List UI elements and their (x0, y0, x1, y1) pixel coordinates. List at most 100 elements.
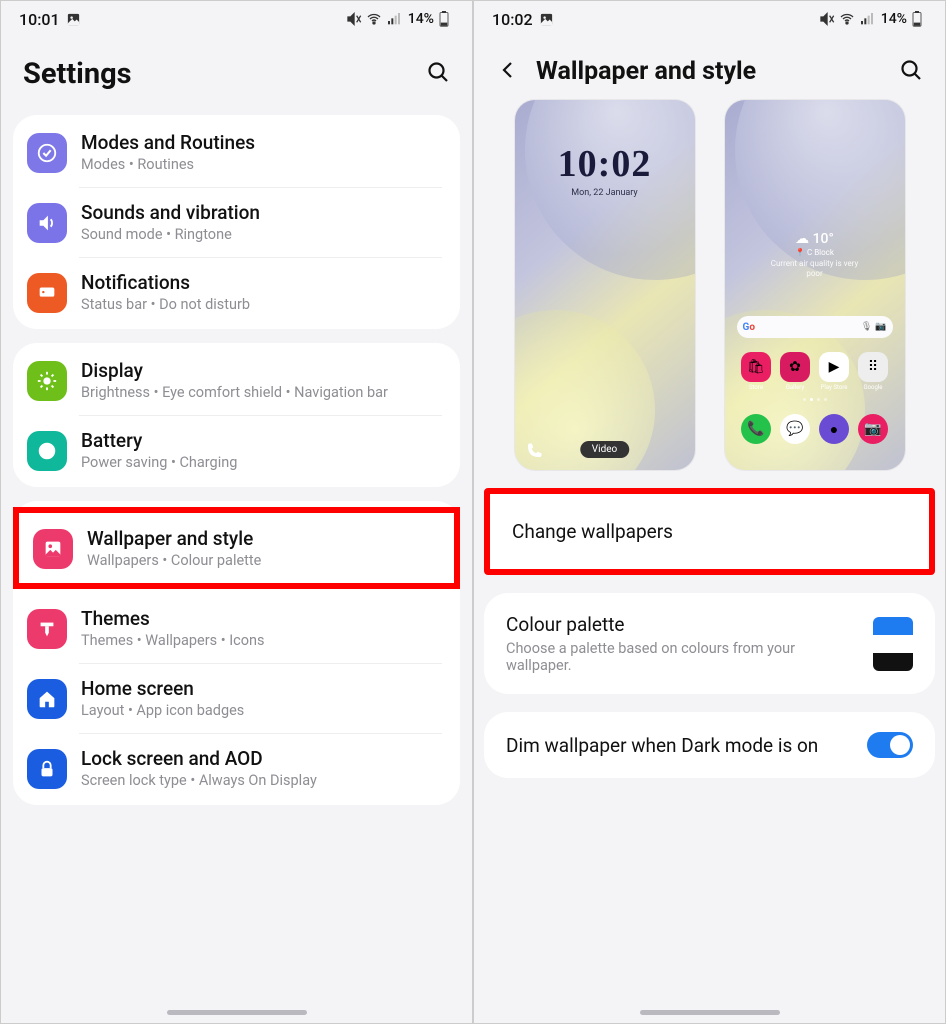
wallpaper-previews: 10:02 Mon, 22 January Video ☁ 10° 📍 C Bl… (474, 96, 945, 488)
app-icon: ● (819, 414, 849, 444)
item-title: Sounds and vibration (81, 201, 442, 224)
battery-percent: 14% (881, 11, 907, 27)
change-wallpapers-item[interactable]: Change wallpapers (484, 488, 935, 575)
wifi-icon (839, 11, 855, 27)
status-bar: 10:02 14% (474, 1, 945, 37)
check-icon (27, 133, 67, 173)
homescreen-preview[interactable]: ☁ 10° 📍 C Block Current air quality is v… (725, 100, 905, 470)
item-subtitle: Modes • Routines (81, 156, 442, 173)
phone-icon (525, 442, 543, 460)
colour-palette-item[interactable]: Colour palette Choose a palette based on… (484, 593, 935, 694)
settings-item-display[interactable]: Display Brightness • Eye comfort shield … (13, 345, 460, 415)
search-button[interactable] (426, 60, 450, 88)
app-icon: ✿Gallery (780, 352, 810, 391)
item-subtitle: Layout • App icon badges (81, 702, 442, 719)
dim-wallpaper-item[interactable]: Dim wallpaper when Dark mode is on (484, 712, 935, 778)
palette-swatch-icon (873, 617, 913, 671)
item-subtitle: Brightness • Eye comfort shield • Naviga… (81, 384, 442, 401)
chevron-left-icon (496, 58, 520, 82)
wallpaper-style-screen: 10:02 14% Wallpaper and style 10:02 Mon,… (473, 0, 946, 1024)
search-button[interactable] (899, 58, 923, 86)
lock-date: Mon, 22 January (571, 188, 637, 198)
settings-item-homescreen[interactable]: Home screen Layout • App icon badges (13, 663, 460, 733)
item-subtitle: Sound mode • Ringtone (81, 226, 442, 243)
search-icon (426, 60, 450, 84)
lock-time: 10:02 (558, 142, 652, 186)
wifi-icon (366, 11, 382, 27)
settings-item-battery[interactable]: Battery Power saving • Charging (13, 415, 460, 485)
status-time: 10:01 (19, 10, 60, 29)
item-title: Home screen (81, 677, 442, 700)
app-icon: ▶Play Store (819, 352, 849, 391)
header: Wallpaper and style (474, 37, 945, 96)
item-title: Battery (81, 429, 442, 452)
mute-icon (346, 11, 362, 27)
image-icon (33, 529, 73, 569)
app-icon: 📷 (858, 414, 888, 444)
settings-item-themes[interactable]: Themes Themes • Wallpapers • Icons (13, 593, 460, 663)
mute-icon (819, 11, 835, 27)
settings-screen: 10:01 14% Settings Modes and Routines Mo… (0, 0, 473, 1024)
settings-group: Display Brightness • Eye comfort shield … (13, 343, 460, 487)
page-title: Wallpaper and style (536, 57, 756, 86)
colour-palette-title: Colour palette (506, 613, 859, 636)
settings-item-notifications[interactable]: Notifications Status bar • Do not distur… (13, 257, 460, 327)
app-icon: ⠿Google (858, 352, 888, 391)
bell-icon (27, 273, 67, 313)
video-chip: Video (580, 441, 629, 458)
item-title: Modes and Routines (81, 131, 442, 154)
status-time: 10:02 (492, 10, 533, 29)
item-subtitle: Screen lock type • Always On Display (81, 772, 442, 789)
settings-item-modes[interactable]: Modes and Routines Modes • Routines (13, 117, 460, 187)
item-subtitle: Status bar • Do not disturb (81, 296, 442, 313)
item-title: Notifications (81, 271, 442, 294)
battery-icon (911, 11, 923, 27)
item-subtitle: Power saving • Charging (81, 454, 442, 471)
page-title: Settings (23, 57, 132, 91)
weather-widget: ☁ 10° 📍 C Block Current air quality is v… (770, 230, 860, 279)
highlight-box: Wallpaper and style Wallpapers • Colour … (13, 507, 460, 589)
colour-palette-sub: Choose a palette based on colours from y… (506, 640, 859, 674)
settings-item-lockscreen[interactable]: Lock screen and AOD Screen lock type • A… (13, 733, 460, 803)
item-title: Display (81, 359, 442, 382)
page-indicator (803, 398, 827, 401)
settings-group: Wallpaper and style Wallpapers • Colour … (13, 501, 460, 805)
app-icon: 📞 (741, 414, 771, 444)
nav-handle[interactable] (167, 1010, 307, 1015)
item-title: Lock screen and AOD (81, 747, 442, 770)
change-wallpapers-label: Change wallpapers (512, 520, 907, 543)
item-title: Themes (81, 607, 442, 630)
settings-group: Modes and Routines Modes • Routines Soun… (13, 115, 460, 329)
dim-wallpaper-title: Dim wallpaper when Dark mode is on (506, 734, 818, 757)
settings-item-sounds[interactable]: Sounds and vibration Sound mode • Ringto… (13, 187, 460, 257)
search-icon (899, 58, 923, 82)
app-icon: 💬 (780, 414, 810, 444)
app-row-1: 🛍Store ✿Gallery ▶Play Store ⠿Google (737, 352, 893, 391)
brush-icon (27, 609, 67, 649)
dim-wallpaper-toggle[interactable] (867, 732, 913, 758)
status-bar: 10:01 14% (1, 1, 472, 37)
settings-item-wallpaper[interactable]: Wallpaper and style Wallpapers • Colour … (19, 513, 454, 583)
google-search-bar: Go 🎙📷 (737, 316, 893, 338)
signal-icon (859, 11, 875, 27)
sun-icon (27, 361, 67, 401)
signal-icon (386, 11, 402, 27)
battery-icon (438, 11, 450, 27)
image-icon (539, 12, 554, 27)
header: Settings (1, 37, 472, 101)
app-icon: 🛍Store (741, 352, 771, 391)
dock-row: 📞 💬 ● 📷 (737, 414, 893, 444)
back-button[interactable] (496, 58, 520, 86)
image-icon (66, 12, 81, 27)
lock-icon (27, 749, 67, 789)
item-subtitle: Themes • Wallpapers • Icons (81, 632, 442, 649)
item-title: Wallpaper and style (87, 527, 436, 550)
battery-icon (27, 431, 67, 471)
home-icon (27, 679, 67, 719)
battery-percent: 14% (408, 11, 434, 27)
item-subtitle: Wallpapers • Colour palette (87, 552, 436, 569)
sound-icon (27, 203, 67, 243)
lockscreen-preview[interactable]: 10:02 Mon, 22 January Video (515, 100, 695, 470)
settings-list: Modes and Routines Modes • Routines Soun… (1, 101, 472, 1023)
nav-handle[interactable] (640, 1010, 780, 1015)
